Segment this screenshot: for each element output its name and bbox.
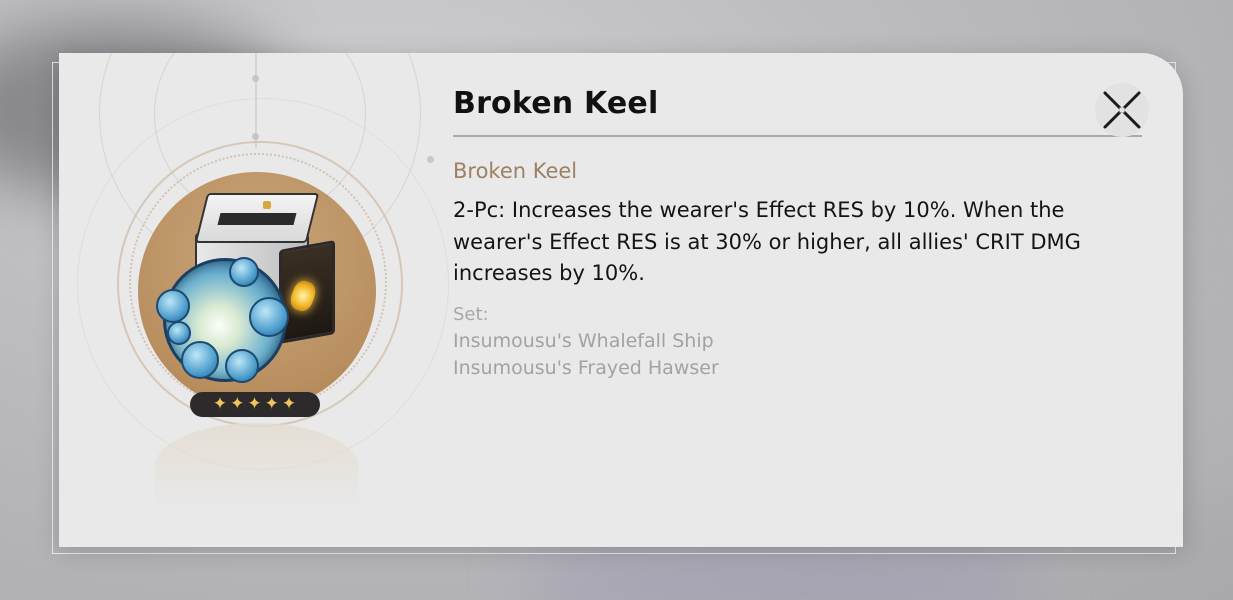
decorative-dot (427, 156, 434, 163)
relic-bubble (225, 349, 259, 383)
set-piece-item: Insumousu's Whalefall Ship (453, 330, 714, 352)
relic-bubble (229, 257, 259, 287)
star-icon: ✦ (281, 394, 298, 414)
item-name: Broken Keel (453, 159, 578, 183)
relic-box-band (217, 213, 297, 225)
star-icon: ✦ (247, 394, 263, 414)
relic-bubble (249, 297, 289, 337)
dialog-title: Broken Keel (453, 86, 659, 121)
medallion-reflection (154, 423, 359, 513)
set-piece-item: Insumousu's Frayed Hawser (453, 357, 719, 379)
star-icon: ✦ (230, 394, 246, 414)
relic-detail-dialog: ✦ ✦ ✦ ✦ ✦ Broken Keel Broken Keel 2-Pc: … (59, 53, 1183, 547)
relic-bubble (167, 321, 191, 345)
set-bonus-description: 2-Pc: Increases the wearer's Effect RES … (453, 198, 1081, 285)
close-button[interactable] (1095, 83, 1149, 137)
rarity-stars: ✦ ✦ ✦ ✦ ✦ (190, 392, 320, 417)
decorative-dot (252, 133, 259, 140)
relic-bubble (181, 341, 219, 379)
title-divider (453, 135, 1142, 137)
star-icon: ✦ (264, 394, 280, 414)
relic-box-light (263, 201, 271, 209)
set-label: Set: (453, 304, 489, 325)
star-icon: ✦ (212, 394, 229, 414)
decorative-dot (252, 75, 259, 82)
relic-bubble (156, 289, 190, 323)
close-icon (1103, 91, 1141, 129)
